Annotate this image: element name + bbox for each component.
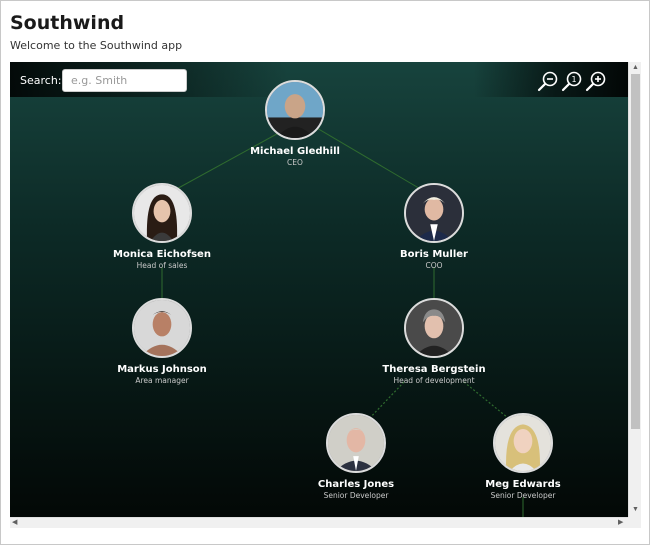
node-name: Theresa Bergstein <box>382 364 486 375</box>
zoom-reset-icon: 1 <box>561 71 582 92</box>
avatar <box>132 183 192 243</box>
avatar <box>404 298 464 358</box>
node-title: Senior Developer <box>490 491 556 500</box>
vertical-scroll-thumb[interactable] <box>631 74 640 429</box>
node-title: Head of sales <box>136 261 188 270</box>
page-title: Southwind <box>10 12 125 34</box>
org-node-michael-gledhill[interactable]: Michael Gledhill CEO <box>225 80 365 168</box>
scroll-left-arrow-icon[interactable]: ◀ <box>12 519 17 527</box>
search-input[interactable] <box>62 69 187 92</box>
page-subtitle: Welcome to the Southwind app <box>10 39 183 52</box>
node-name: Boris Muller <box>400 249 468 260</box>
avatar <box>265 80 325 140</box>
zoom-reset-label: 1 <box>571 75 576 84</box>
node-name: Michael Gledhill <box>250 146 340 157</box>
node-name: Markus Johnson <box>117 364 207 375</box>
scroll-up-arrow-icon[interactable]: ▲ <box>632 64 639 72</box>
zoom-in-icon <box>585 71 606 92</box>
vertical-scrollbar[interactable]: ▲ ▼ <box>628 62 641 517</box>
node-title: Area manager <box>135 376 189 385</box>
avatar <box>404 183 464 243</box>
node-name: Charles Jones <box>317 479 395 490</box>
scroll-right-arrow-icon[interactable]: ▶ <box>618 519 623 527</box>
zoom-out-button[interactable] <box>537 70 559 92</box>
scroll-down-arrow-icon[interactable]: ▼ <box>632 506 639 514</box>
node-title: CEO <box>287 158 303 167</box>
node-title: COO <box>425 261 443 270</box>
org-node-charles-jones[interactable]: Charles Jones Senior Developer <box>286 413 426 501</box>
org-node-markus-johnson[interactable]: Markus Johnson Area manager <box>92 298 232 386</box>
avatar <box>493 413 553 473</box>
org-node-meg-edwards[interactable]: Meg Edwards Senior Developer <box>453 413 593 501</box>
node-title: Head of development <box>393 376 475 385</box>
zoom-in-button[interactable] <box>585 70 607 92</box>
search-label: Search: <box>20 74 62 87</box>
org-node-boris-muller[interactable]: Boris Muller COO <box>364 183 504 271</box>
avatar <box>132 298 192 358</box>
node-title: Senior Developer <box>323 491 389 500</box>
zoom-reset-button[interactable]: 1 <box>561 70 583 92</box>
scrollbar-corner <box>628 517 641 528</box>
avatar <box>326 413 386 473</box>
org-node-monica-eichofsen[interactable]: Monica Eichofsen Head of sales <box>92 183 232 271</box>
org-node-theresa-bergstein[interactable]: Theresa Bergstein Head of development <box>364 298 504 386</box>
node-name: Monica Eichofsen <box>113 249 211 260</box>
horizontal-scrollbar[interactable]: ◀ ▶ <box>10 517 628 528</box>
node-name: Meg Edwards <box>485 479 561 490</box>
zoom-out-icon <box>537 71 558 92</box>
